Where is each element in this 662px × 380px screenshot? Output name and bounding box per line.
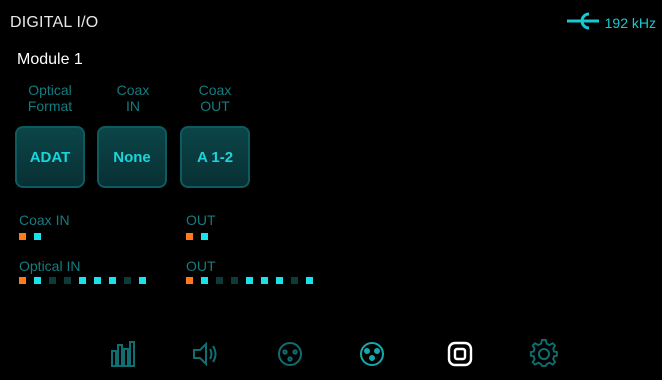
sample-rate-indicator[interactable]: 192 kHz [566,12,656,33]
xlr-male-icon[interactable] [352,336,392,372]
page-title: DIGITAL I/O [10,14,99,31]
led-optical-in-1 [19,277,26,284]
meters-icon[interactable] [104,336,144,372]
led-optical-out-7 [276,277,283,284]
digital-io-icon[interactable] [440,336,480,372]
led-coax-out-2 [201,233,208,240]
coax-out-meter-label: OUT [186,212,216,228]
led-optical-in-7 [109,277,116,284]
led-coax-out-1 [186,233,193,240]
optical-out-leds [186,277,313,284]
coax-out-leds [186,233,208,240]
settings-gear-icon[interactable] [524,336,564,372]
led-optical-in-9 [139,277,146,284]
coax-out-button[interactable]: A 1-2 [180,126,250,188]
optical-in-meter-label: Optical IN [19,258,81,274]
led-optical-in-3 [49,277,56,284]
speaker-icon[interactable] [186,336,226,372]
led-optical-in-8 [124,277,131,284]
sample-rate-text: 192 kHz [604,14,656,31]
optical-format-button[interactable]: ADAT [15,126,85,188]
led-optical-out-2 [201,277,208,284]
optical-out-meter-label: OUT [186,258,216,274]
led-optical-out-9 [306,277,313,284]
led-optical-out-8 [291,277,298,284]
led-optical-in-2 [34,277,41,284]
coax-in-button[interactable]: None [97,126,167,188]
xlr-female-icon[interactable] [270,336,310,372]
coax-in-column-label: Coax IN [116,82,150,114]
led-coax-in-1 [19,233,26,240]
led-optical-in-5 [79,277,86,284]
optical-in-leds [19,277,146,284]
module-title: Module 1 [17,51,83,68]
clock-source-icon [566,12,601,33]
coax-in-leds [19,233,41,240]
led-optical-out-6 [261,277,268,284]
led-optical-out-1 [186,277,193,284]
optical-format-label: Optical Format [27,82,73,114]
led-optical-in-4 [64,277,71,284]
coax-out-column-label: Coax OUT [198,82,232,114]
led-optical-out-4 [231,277,238,284]
led-optical-out-3 [216,277,223,284]
led-coax-in-2 [34,233,41,240]
led-optical-out-5 [246,277,253,284]
led-optical-in-6 [94,277,101,284]
coax-in-meter-label: Coax IN [19,212,70,228]
